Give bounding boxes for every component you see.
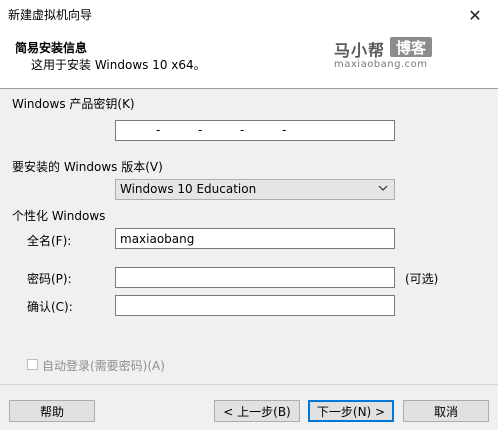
- personalize-group-label: 个性化 Windows: [12, 209, 106, 223]
- new-vm-wizard-window: 新建虚拟机向导 ✕ 简易安装信息 这用于安装 Windows 10 x64。 马…: [0, 0, 498, 430]
- confirm-label: 确认(C):: [27, 300, 73, 314]
- version-selected-value: Windows 10 Education: [120, 182, 257, 196]
- back-button[interactable]: < 上一步(B): [214, 400, 300, 422]
- version-label: 要安装的 Windows 版本(V): [12, 160, 163, 174]
- autologin-checkbox[interactable]: [27, 359, 38, 370]
- password-optional-note: (可选): [405, 272, 439, 286]
- watermark-cn-text: 马小帮: [334, 41, 386, 60]
- title-bar: 新建虚拟机向导 ✕: [0, 0, 498, 30]
- fullname-input[interactable]: [115, 228, 395, 249]
- autologin-label: 自动登录(需要密码)(A): [42, 359, 165, 373]
- password-input[interactable]: [115, 267, 395, 288]
- password-label: 密码(P):: [27, 272, 72, 286]
- window-title: 新建虚拟机向导: [8, 8, 93, 22]
- close-button[interactable]: ✕: [452, 0, 498, 30]
- version-select[interactable]: Windows 10 Education: [115, 179, 395, 200]
- product-key-separator: -: [198, 123, 203, 137]
- confirm-password-input[interactable]: [115, 295, 395, 316]
- watermark-box-text: 博客: [390, 37, 432, 57]
- product-key-separator: -: [156, 123, 161, 137]
- product-key-separator: -: [240, 123, 245, 137]
- watermark-en-text: maxiaobang.com: [334, 59, 428, 70]
- page-subtitle: 这用于安装 Windows 10 x64。: [31, 58, 206, 72]
- watermark-logo: 马小帮 博客 maxiaobang.com: [334, 37, 434, 77]
- fullname-label: 全名(F):: [27, 234, 72, 248]
- page-title: 简易安装信息: [15, 41, 88, 55]
- wizard-header: 简易安装信息 这用于安装 Windows 10 x64。 马小帮 博客 maxi…: [0, 30, 498, 89]
- product-key-input[interactable]: - - - -: [115, 120, 395, 141]
- product-key-label: Windows 产品密钥(K): [12, 97, 135, 111]
- product-key-separator: -: [282, 123, 287, 137]
- help-button[interactable]: 帮助: [9, 400, 95, 422]
- chevron-down-icon: [378, 185, 388, 191]
- cancel-button[interactable]: 取消: [403, 400, 489, 422]
- close-icon: ✕: [468, 5, 482, 25]
- next-button[interactable]: 下一步(N) >: [308, 400, 394, 422]
